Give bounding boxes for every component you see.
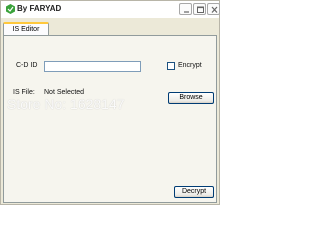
tab-is-editor[interactable]: IS Editor xyxy=(3,22,49,36)
tab-strip: IS Editor xyxy=(1,18,219,36)
isfile-value: Not Selected xyxy=(44,89,85,96)
isfile-label: IS File: xyxy=(13,89,35,96)
close-icon xyxy=(211,6,218,13)
maximize-icon xyxy=(197,6,204,13)
cdid-label: C-D ID xyxy=(16,62,38,69)
decrypt-button[interactable]: Decrypt xyxy=(174,186,214,198)
encrypt-checkbox[interactable] xyxy=(167,62,175,70)
encrypt-label[interactable]: Encrypt xyxy=(178,62,202,69)
cdid-input[interactable] xyxy=(44,61,141,72)
app-icon xyxy=(6,4,15,14)
minimize-icon xyxy=(184,11,189,13)
store-watermark: Store No: 1628147 xyxy=(7,96,125,112)
window-title: By FARYAD xyxy=(17,4,62,13)
app-window: By FARYAD IS Editor C-D ID Encrypt IS Fi xyxy=(0,0,220,205)
title-bar[interactable]: By FARYAD xyxy=(1,1,220,18)
close-button[interactable] xyxy=(207,3,220,15)
maximize-button[interactable] xyxy=(193,3,206,15)
is-editor-panel: C-D ID Encrypt IS File: Not Selected Bro… xyxy=(3,35,217,203)
minimize-button[interactable] xyxy=(179,3,192,15)
